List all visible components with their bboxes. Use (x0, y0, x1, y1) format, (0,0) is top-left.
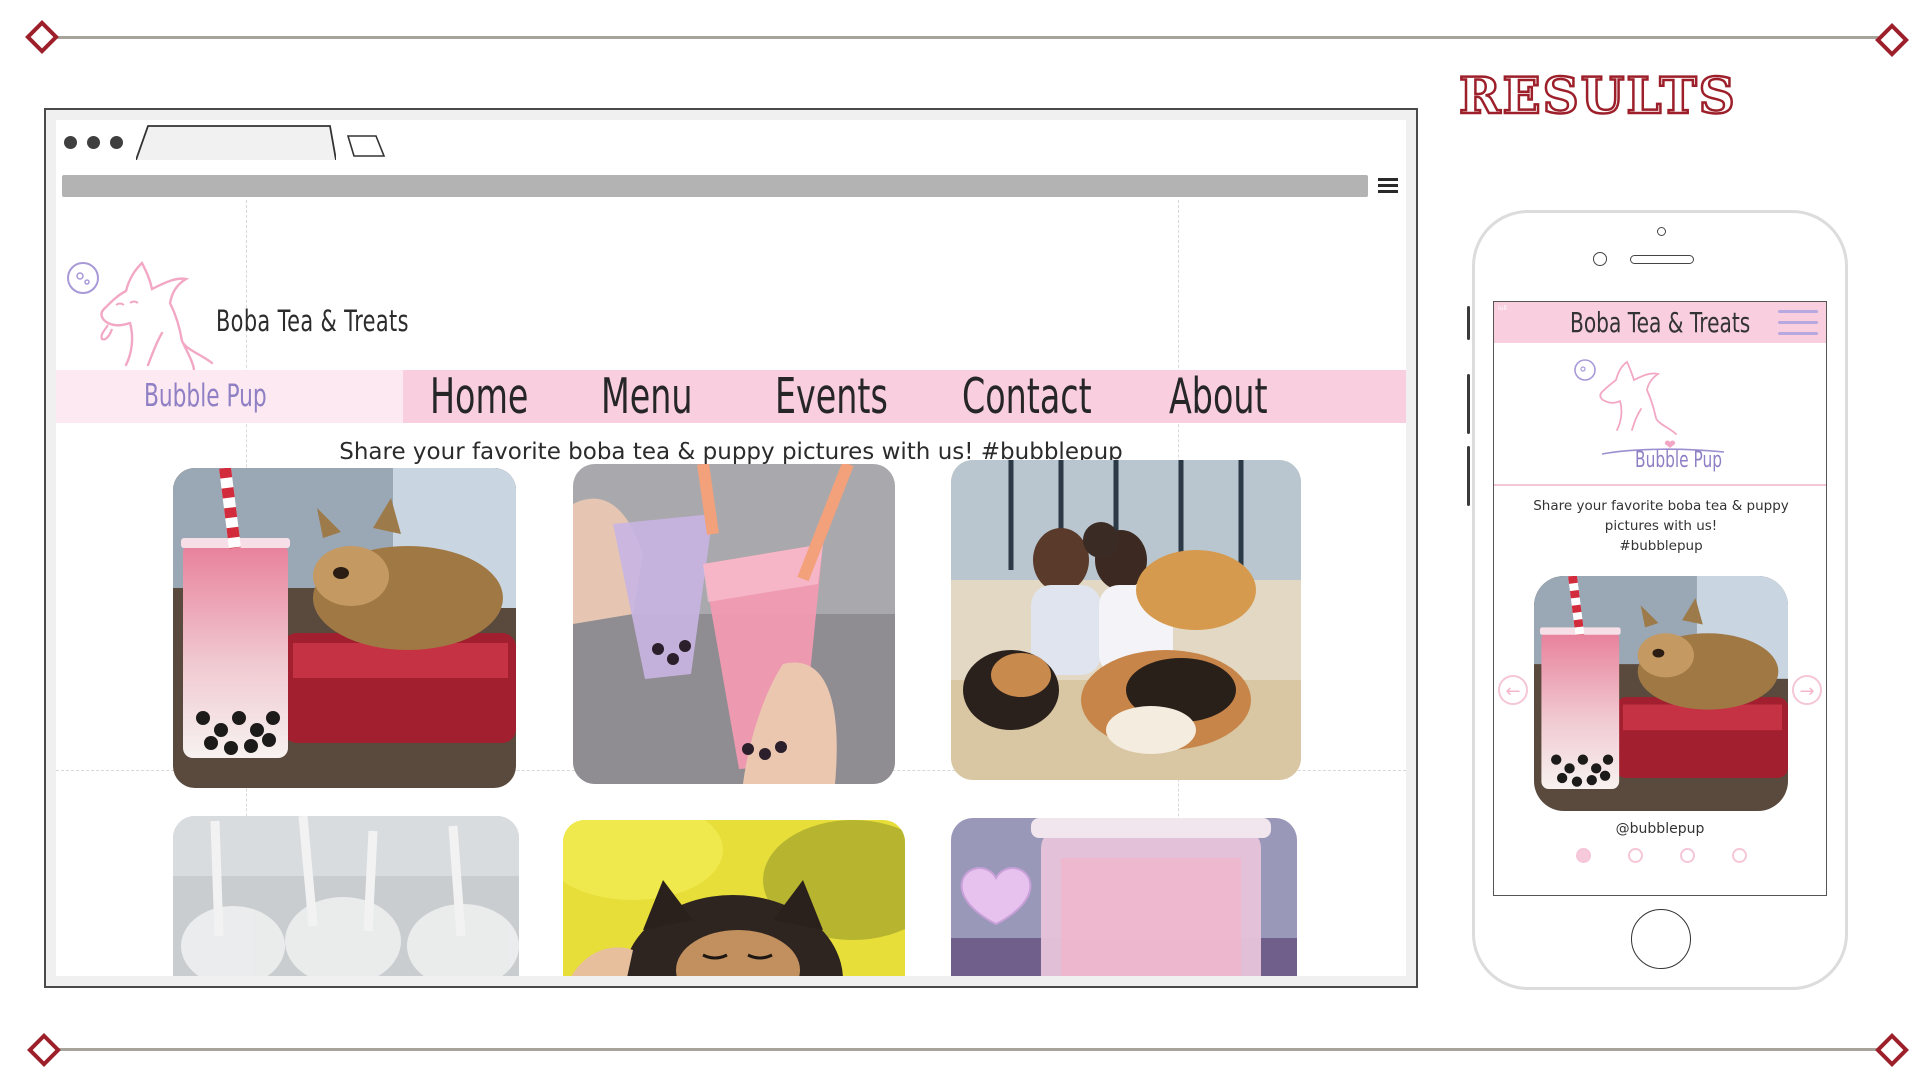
browser-window: Boba Tea & Treats Bubble Pup Home Menu E… (44, 108, 1418, 988)
browser-tab[interactable] (136, 120, 336, 160)
gallery-photo-sleepy-dog[interactable] (563, 820, 905, 976)
mobile-header: iull Boba Tea & Treats (1494, 302, 1826, 343)
slide-title: RESULTS (1458, 65, 1737, 127)
arrow-left-icon[interactable]: ← (1498, 675, 1528, 705)
bottom-divider-line (54, 1048, 1880, 1051)
carousel-dot[interactable] (1680, 848, 1695, 863)
browser-menu-icon[interactable] (1378, 178, 1398, 194)
mobile-logo-text: Bubble Pup (1635, 448, 1723, 473)
mobile-share-line: Share your favorite boba tea & puppy (1533, 498, 1789, 514)
nav-home[interactable]: Home (430, 370, 528, 423)
mobile-divider (1494, 484, 1826, 486)
diamond-ornament-top-right (1875, 23, 1909, 57)
gallery-photo-pink-purple-boba[interactable] (573, 464, 895, 784)
nav-about[interactable]: About (1169, 370, 1268, 423)
window-dot-icon[interactable] (110, 136, 123, 149)
gallery-photo-boba-cups[interactable] (173, 816, 519, 976)
browser-chrome (56, 120, 1406, 210)
mobile-brand-title: Boba Tea & Treats (1570, 306, 1751, 339)
mobile-carousel-photo[interactable] (1534, 576, 1788, 811)
window-dot-icon[interactable] (64, 136, 77, 149)
phone-mockup: iull Boba Tea & Treats Bubble Pup Share … (1472, 210, 1848, 990)
photo-handle: @bubblepup (1615, 821, 1705, 837)
gallery-photo-pink-drink-heart[interactable] (951, 818, 1297, 976)
phone-volume-button (1467, 446, 1470, 506)
main-nav: Bubble Pup Home Menu Events Contact Abou… (56, 370, 1406, 423)
carousel-dot[interactable] (1732, 848, 1747, 863)
mobile-share-line: pictures with us! (1604, 518, 1718, 534)
address-bar[interactable] (62, 175, 1368, 197)
gallery-photo-yorkie-boba[interactable] (173, 468, 516, 788)
website-page: Boba Tea & Treats Bubble Pup Home Menu E… (56, 200, 1406, 976)
mobile-share-caption: Share your favorite boba tea & puppy pic… (1512, 496, 1810, 556)
phone-speaker (1630, 255, 1694, 264)
brand-title: Boba Tea & Treats (216, 304, 409, 338)
phone-home-button[interactable] (1631, 909, 1691, 969)
nav-logo-area: Bubble Pup (56, 370, 403, 423)
diamond-ornament-bottom-right (1875, 1033, 1909, 1067)
nav-menu[interactable]: Menu (601, 370, 692, 423)
new-tab-icon[interactable] (346, 134, 390, 158)
phone-camera-icon (1593, 252, 1607, 266)
window-dot-icon[interactable] (87, 136, 100, 149)
mobile-menu-icon[interactable] (1778, 310, 1818, 340)
gallery-photo-dogs-cafe[interactable] (951, 460, 1301, 780)
phone-volume-button (1467, 306, 1470, 340)
mobile-screen: iull Boba Tea & Treats Bubble Pup Share … (1493, 301, 1827, 896)
mobile-share-line: #bubblepup (1619, 538, 1703, 554)
phone-sensor (1657, 227, 1666, 236)
diamond-ornament-bottom-left (27, 1033, 61, 1067)
diamond-ornament-top-left (25, 20, 59, 54)
nav-events[interactable]: Events (775, 370, 888, 423)
phone-volume-button (1467, 374, 1470, 434)
top-divider-line (50, 36, 1882, 39)
brand-subtitle: Bubble Pup (144, 378, 267, 414)
carousel-dot[interactable] (1576, 848, 1591, 863)
arrow-right-icon[interactable]: → (1792, 675, 1822, 705)
nav-contact[interactable]: Contact (962, 370, 1092, 423)
carousel-dot[interactable] (1628, 848, 1643, 863)
signal-status: iull (1498, 305, 1507, 312)
